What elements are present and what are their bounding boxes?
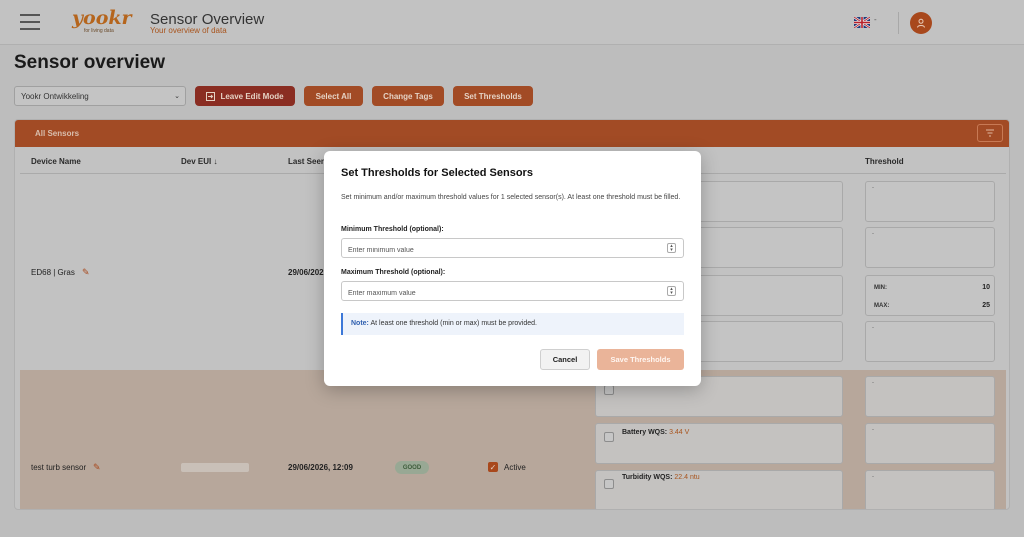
note-text: At least one threshold (min or max) must… xyxy=(370,320,537,327)
threshold-box: MIN: 10 MAX: 25 xyxy=(865,275,995,316)
top-bar: yookr for living data Sensor Overview Yo… xyxy=(0,0,1024,45)
metric-checkbox[interactable] xyxy=(604,479,614,489)
max-threshold-input[interactable] xyxy=(342,284,642,303)
panel-header: All Sensors xyxy=(15,120,1009,147)
threshold-box: - xyxy=(865,227,995,268)
logo-text: yookr xyxy=(72,7,132,29)
threshold-empty: - xyxy=(872,185,874,191)
max-threshold-label: Maximum Threshold (optional): xyxy=(341,269,446,276)
threshold-box: - xyxy=(865,181,995,222)
threshold-empty: - xyxy=(872,474,874,480)
threshold-box: - xyxy=(865,423,995,464)
select-all-button[interactable]: Select All xyxy=(304,86,363,106)
note-box: Note: At least one threshold (min or max… xyxy=(341,313,684,335)
threshold-max-value: 25 xyxy=(982,302,990,309)
column-header-threshold[interactable]: Threshold xyxy=(865,157,904,166)
column-header-dev-eui[interactable]: Dev EUI ↓ xyxy=(181,157,217,166)
threshold-min-label: MIN: xyxy=(874,285,887,291)
filter-icon xyxy=(986,129,994,137)
threshold-box: - xyxy=(865,376,995,417)
number-stepper-icon[interactable]: ▴ ▾ xyxy=(667,286,676,296)
active-label: Active xyxy=(504,463,526,472)
header-subtitle: Your overview of data xyxy=(150,26,227,35)
page-title: Sensor overview xyxy=(14,52,166,73)
sensor-metric-box[interactable]: Turbidity WQS: 22.4 ntu xyxy=(595,470,843,509)
note-label: Note: xyxy=(351,320,369,327)
uk-flag-icon[interactable] xyxy=(854,17,870,28)
set-thresholds-dialog: Set Thresholds for Selected Sensors Set … xyxy=(324,151,701,386)
dev-eui-placeholder xyxy=(181,463,249,472)
column-header-last-seen[interactable]: Last Seen xyxy=(288,157,326,166)
leave-edit-mode-label: Leave Edit Mode xyxy=(220,91,284,101)
table-row xyxy=(20,370,1006,509)
threshold-empty: - xyxy=(872,380,874,386)
device-name: test turb sensor xyxy=(31,463,87,472)
sensor-metric-box[interactable]: Battery WQS: 3.44 V xyxy=(595,423,843,464)
last-seen: 29/06/202 xyxy=(288,268,324,277)
tab-all-sensors[interactable]: All Sensors xyxy=(35,129,79,138)
status-badge: GOOD xyxy=(395,461,429,474)
save-thresholds-button[interactable]: Save Thresholds xyxy=(597,349,684,370)
number-stepper-icon[interactable]: ▴ ▾ xyxy=(667,243,676,253)
max-threshold-field[interactable]: ▴▾ xyxy=(341,281,684,303)
dialog-title: Set Thresholds for Selected Sensors xyxy=(341,167,533,179)
threshold-empty: - xyxy=(872,231,874,237)
filter-button[interactable] xyxy=(977,124,1003,142)
min-threshold-input[interactable] xyxy=(342,241,642,260)
logo-tagline: for living data xyxy=(84,28,114,34)
edit-pencil-icon[interactable]: ✎ xyxy=(82,267,90,278)
metric-label: Turbidity WQS: 22.4 ntu xyxy=(622,474,700,481)
threshold-box: - xyxy=(865,470,995,509)
chevron-down-icon: ⌄ xyxy=(174,93,180,100)
exit-icon xyxy=(206,91,216,101)
menu-icon[interactable] xyxy=(20,14,40,30)
metric-name: Battery WQS: xyxy=(622,429,668,436)
metric-checkbox[interactable] xyxy=(604,432,614,442)
language-caret[interactable]: - xyxy=(874,15,877,24)
set-thresholds-button[interactable]: Set Thresholds xyxy=(453,86,533,106)
last-seen: 29/06/2026, 12:09 xyxy=(288,463,353,472)
threshold-max-label: MAX: xyxy=(874,303,890,309)
user-icon xyxy=(917,18,925,28)
metric-label: Battery WQS: 3.44 V xyxy=(622,429,689,436)
edit-pencil-icon[interactable]: ✎ xyxy=(93,462,101,473)
min-threshold-field[interactable]: ▴▾ xyxy=(341,238,684,260)
metric-name: Turbidity WQS: xyxy=(622,474,673,481)
threshold-empty: - xyxy=(872,325,874,331)
change-tags-button[interactable]: Change Tags xyxy=(372,86,444,106)
cancel-button[interactable]: Cancel xyxy=(540,349,590,370)
min-threshold-label: Minimum Threshold (optional): xyxy=(341,226,444,233)
user-avatar[interactable] xyxy=(910,12,932,34)
metric-checkbox[interactable] xyxy=(604,385,614,395)
site-select[interactable]: Yookr Ontwikkeling ⌄ xyxy=(14,86,186,106)
leave-edit-mode-button[interactable]: Leave Edit Mode xyxy=(195,86,295,106)
active-checkbox[interactable]: ✓ xyxy=(488,462,498,472)
metric-value: 22.4 ntu xyxy=(674,474,700,481)
header-divider xyxy=(898,12,899,34)
threshold-min-value: 10 xyxy=(982,284,990,291)
site-select-value: Yookr Ontwikkeling xyxy=(21,92,89,101)
dialog-description: Set minimum and/or maximum threshold val… xyxy=(341,194,681,201)
metric-value: 3.44 V xyxy=(669,429,690,436)
threshold-empty: - xyxy=(872,427,874,433)
device-name: ED68 | Gras xyxy=(31,268,75,277)
column-header-device-name[interactable]: Device Name xyxy=(31,157,81,166)
threshold-box: - xyxy=(865,321,995,362)
logo[interactable]: yookr for living data xyxy=(72,8,132,38)
